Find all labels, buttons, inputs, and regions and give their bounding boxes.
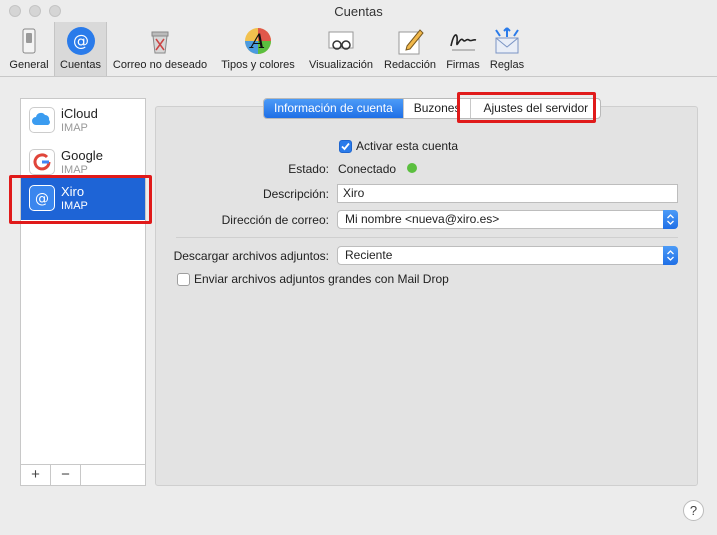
tab-buzones[interactable]: Buzones [404,99,472,118]
status-value: Conectado [338,162,397,176]
activate-account-label: Activar esta cuenta [356,139,459,153]
download-attachments-label: Descargar archivos adjuntos: [173,249,329,263]
toolbar-general[interactable]: General [6,22,52,76]
settings-tabs: Información de cuenta Buzones Ajustes de… [263,98,602,119]
font-palette-icon: A [245,28,271,54]
activate-account-checkbox[interactable] [339,140,352,153]
at-sign-icon: @ [29,185,55,211]
window-title: Cuentas [334,4,383,19]
chevron-updown-icon [663,210,678,229]
download-attachments-value: Reciente [345,248,393,262]
section-divider [176,237,678,238]
add-account-button[interactable]: + [21,465,51,485]
description-field[interactable]: Xiro [337,184,678,203]
google-icon [29,149,55,175]
tab-informacion-de-cuenta[interactable]: Información de cuenta [264,99,404,118]
switch-icon [22,28,36,54]
preferences-toolbar: General @ Cuentas Correo no deseado A Ti… [0,22,717,77]
traffic-close[interactable] [9,5,21,17]
toolbar-redaccion[interactable]: Redacción [380,22,440,76]
email-address-popup[interactable]: Mi nombre <nueva@xiro.es> [337,210,678,229]
toolbar-tipos-y-colores[interactable]: A Tipos y colores [215,22,301,76]
checkmark-icon [341,142,350,151]
sidebar-footer: + − [21,464,145,485]
toolbar-correo-no-deseado[interactable]: Correo no deseado [108,22,212,76]
traffic-minimize[interactable] [29,5,41,17]
toolbar-visualizacion[interactable]: Visualización [304,22,378,76]
email-address-label: Dirección de correo: [221,213,329,227]
mail-drop-label: Enviar archivos adjuntos grandes con Mai… [194,272,449,286]
signature-icon [450,34,477,51]
download-attachments-popup[interactable]: Reciente [337,246,678,265]
toolbar-reglas[interactable]: Reglas [486,22,528,76]
status-label: Estado: [288,162,329,176]
tab-ajustes-del-servidor[interactable]: Ajustes del servidor [471,99,600,118]
toolbar-firmas[interactable]: Firmas [442,22,484,76]
svg-text:@: @ [73,31,89,50]
pencil-paper-icon [398,29,424,55]
account-xiro[interactable]: @ Xiro IMAP [21,177,145,220]
svg-text:A: A [249,29,265,53]
status-indicator-dot [407,163,417,173]
email-address-value: Mi nombre <nueva@xiro.es> [345,212,500,226]
svg-text:@: @ [35,191,49,207]
account-icloud[interactable]: iCloud IMAP [21,99,145,141]
trash-bin-icon [151,31,169,54]
help-button[interactable]: ? [683,500,704,521]
mail-drop-checkbox[interactable] [177,273,190,286]
cloud-icon [29,107,55,133]
rules-envelope-icon [495,27,519,54]
accounts-list: iCloud IMAP Google IMAP @ Xiro IMAP + − [20,98,146,486]
remove-account-button[interactable]: − [51,465,81,485]
chevron-updown-icon [663,246,678,265]
at-sign-icon: @ [66,27,95,55]
description-label: Descripción: [262,187,329,201]
title-bar: Cuentas [0,0,717,24]
glasses-envelope-icon [328,31,354,50]
toolbar-cuentas[interactable]: @ Cuentas [54,22,107,76]
traffic-zoom[interactable] [49,5,61,17]
